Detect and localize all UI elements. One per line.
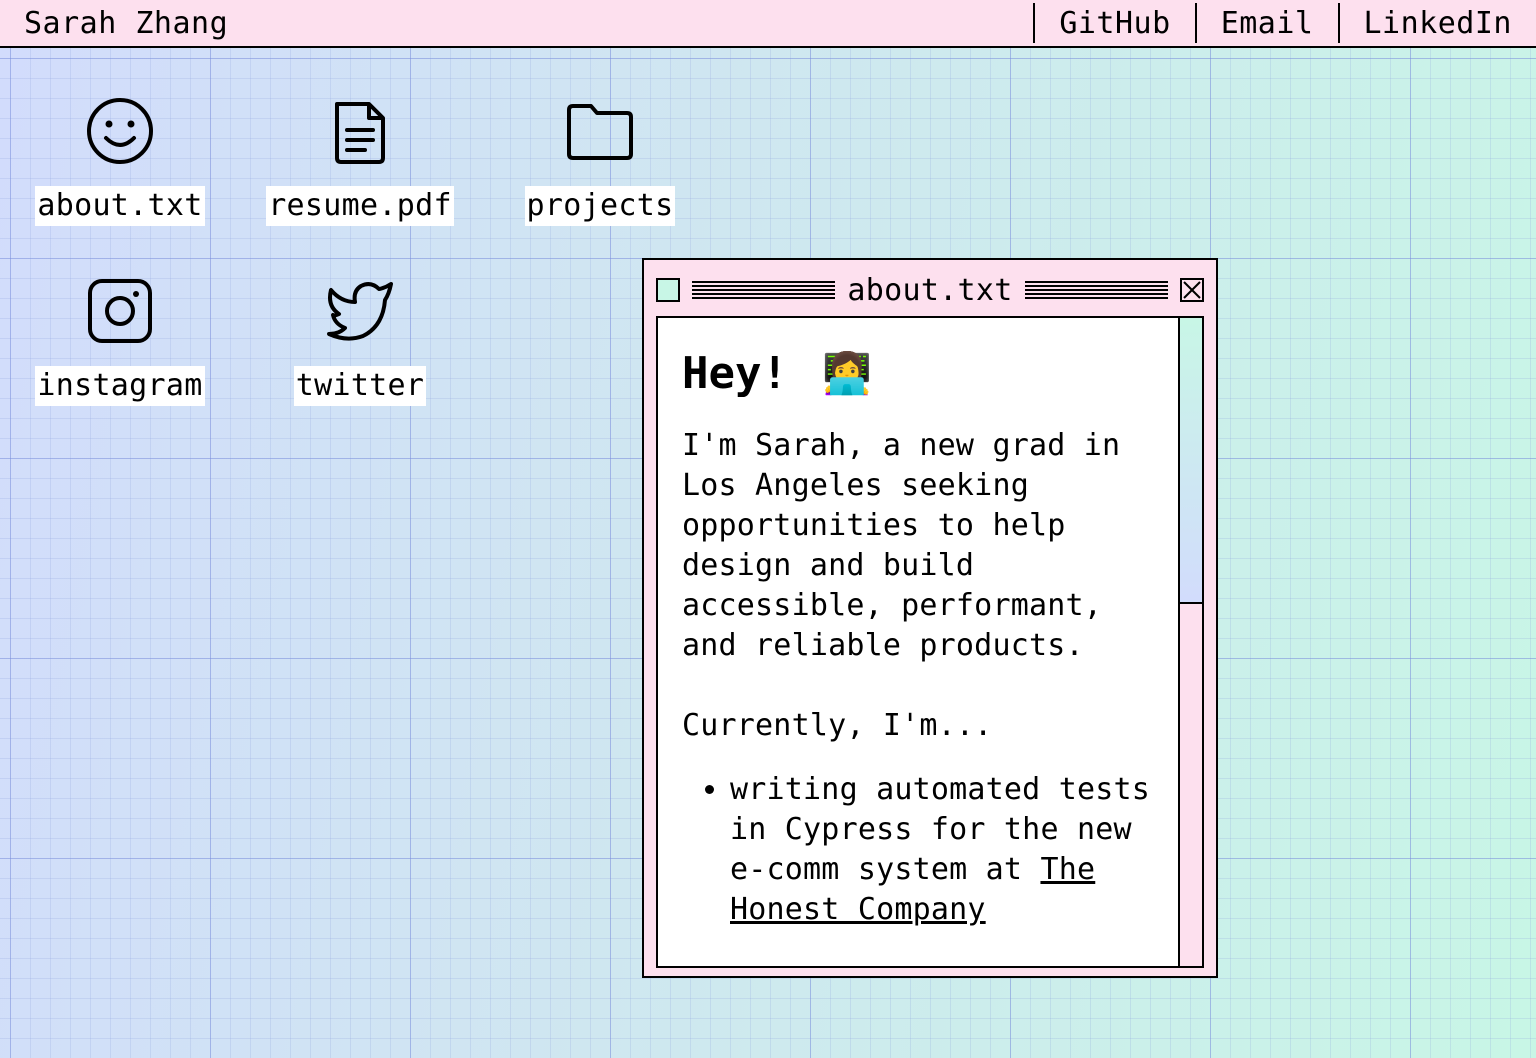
about-window[interactable]: about.txt Hey! 👩‍💻 I'm Sarah, a new grad… <box>642 258 1218 978</box>
email-link[interactable]: Email <box>1194 3 1338 43</box>
site-owner-name[interactable]: Sarah Zhang <box>0 6 1033 41</box>
window-titlebar[interactable]: about.txt <box>656 272 1205 308</box>
desktop-icon-twitter[interactable]: twitter <box>260 276 460 406</box>
desktop-icon-projects[interactable]: projects <box>500 96 700 226</box>
github-link[interactable]: GitHub <box>1033 3 1194 43</box>
desktop-icon-about[interactable]: about.txt <box>20 96 220 226</box>
folder-icon <box>565 96 635 166</box>
desktop-icon-resume[interactable]: resume.pdf <box>260 96 460 226</box>
heading-text: Hey! <box>682 348 788 399</box>
scrollbar-track[interactable] <box>1178 318 1202 966</box>
intro-paragraph: I'm Sarah, a new grad in Los Angeles see… <box>682 428 1121 663</box>
linkedin-link[interactable]: LinkedIn <box>1337 3 1536 43</box>
twitter-icon <box>325 276 395 346</box>
titlebar-stripes <box>1024 281 1169 299</box>
window-title: about.txt <box>847 272 1013 308</box>
minimize-button[interactable] <box>656 278 680 302</box>
about-heading: Hey! 👩‍💻 <box>682 342 1162 406</box>
desktop-icon-instagram[interactable]: instagram <box>20 276 220 406</box>
about-text: Hey! 👩‍💻 I'm Sarah, a new grad in Los An… <box>682 342 1162 930</box>
technologist-emoji-icon: 👩‍💻 <box>821 351 872 397</box>
scrollbar-thumb[interactable] <box>1180 318 1202 604</box>
activity-list: writing automated tests in Cypress for t… <box>682 770 1162 930</box>
instagram-icon <box>85 276 155 346</box>
desktop-icon-label: resume.pdf <box>266 186 454 226</box>
currently-paragraph: Currently, I'm... <box>682 708 993 743</box>
document-icon <box>325 96 395 166</box>
desktop-icon-label: instagram <box>35 366 205 406</box>
window-content[interactable]: Hey! 👩‍💻 I'm Sarah, a new grad in Los An… <box>656 316 1204 968</box>
smiley-icon <box>85 96 155 166</box>
desktop-icon-label: about.txt <box>35 186 205 226</box>
close-icon <box>1183 281 1201 299</box>
titlebar-stripes <box>692 281 836 299</box>
desktop-icon-label: twitter <box>293 366 427 406</box>
desktop-icon-label: projects <box>524 186 676 226</box>
top-menu-bar: Sarah Zhang GitHub Email LinkedIn <box>0 0 1536 48</box>
list-item: writing automated tests in Cypress for t… <box>730 770 1162 930</box>
close-button[interactable] <box>1180 278 1205 302</box>
